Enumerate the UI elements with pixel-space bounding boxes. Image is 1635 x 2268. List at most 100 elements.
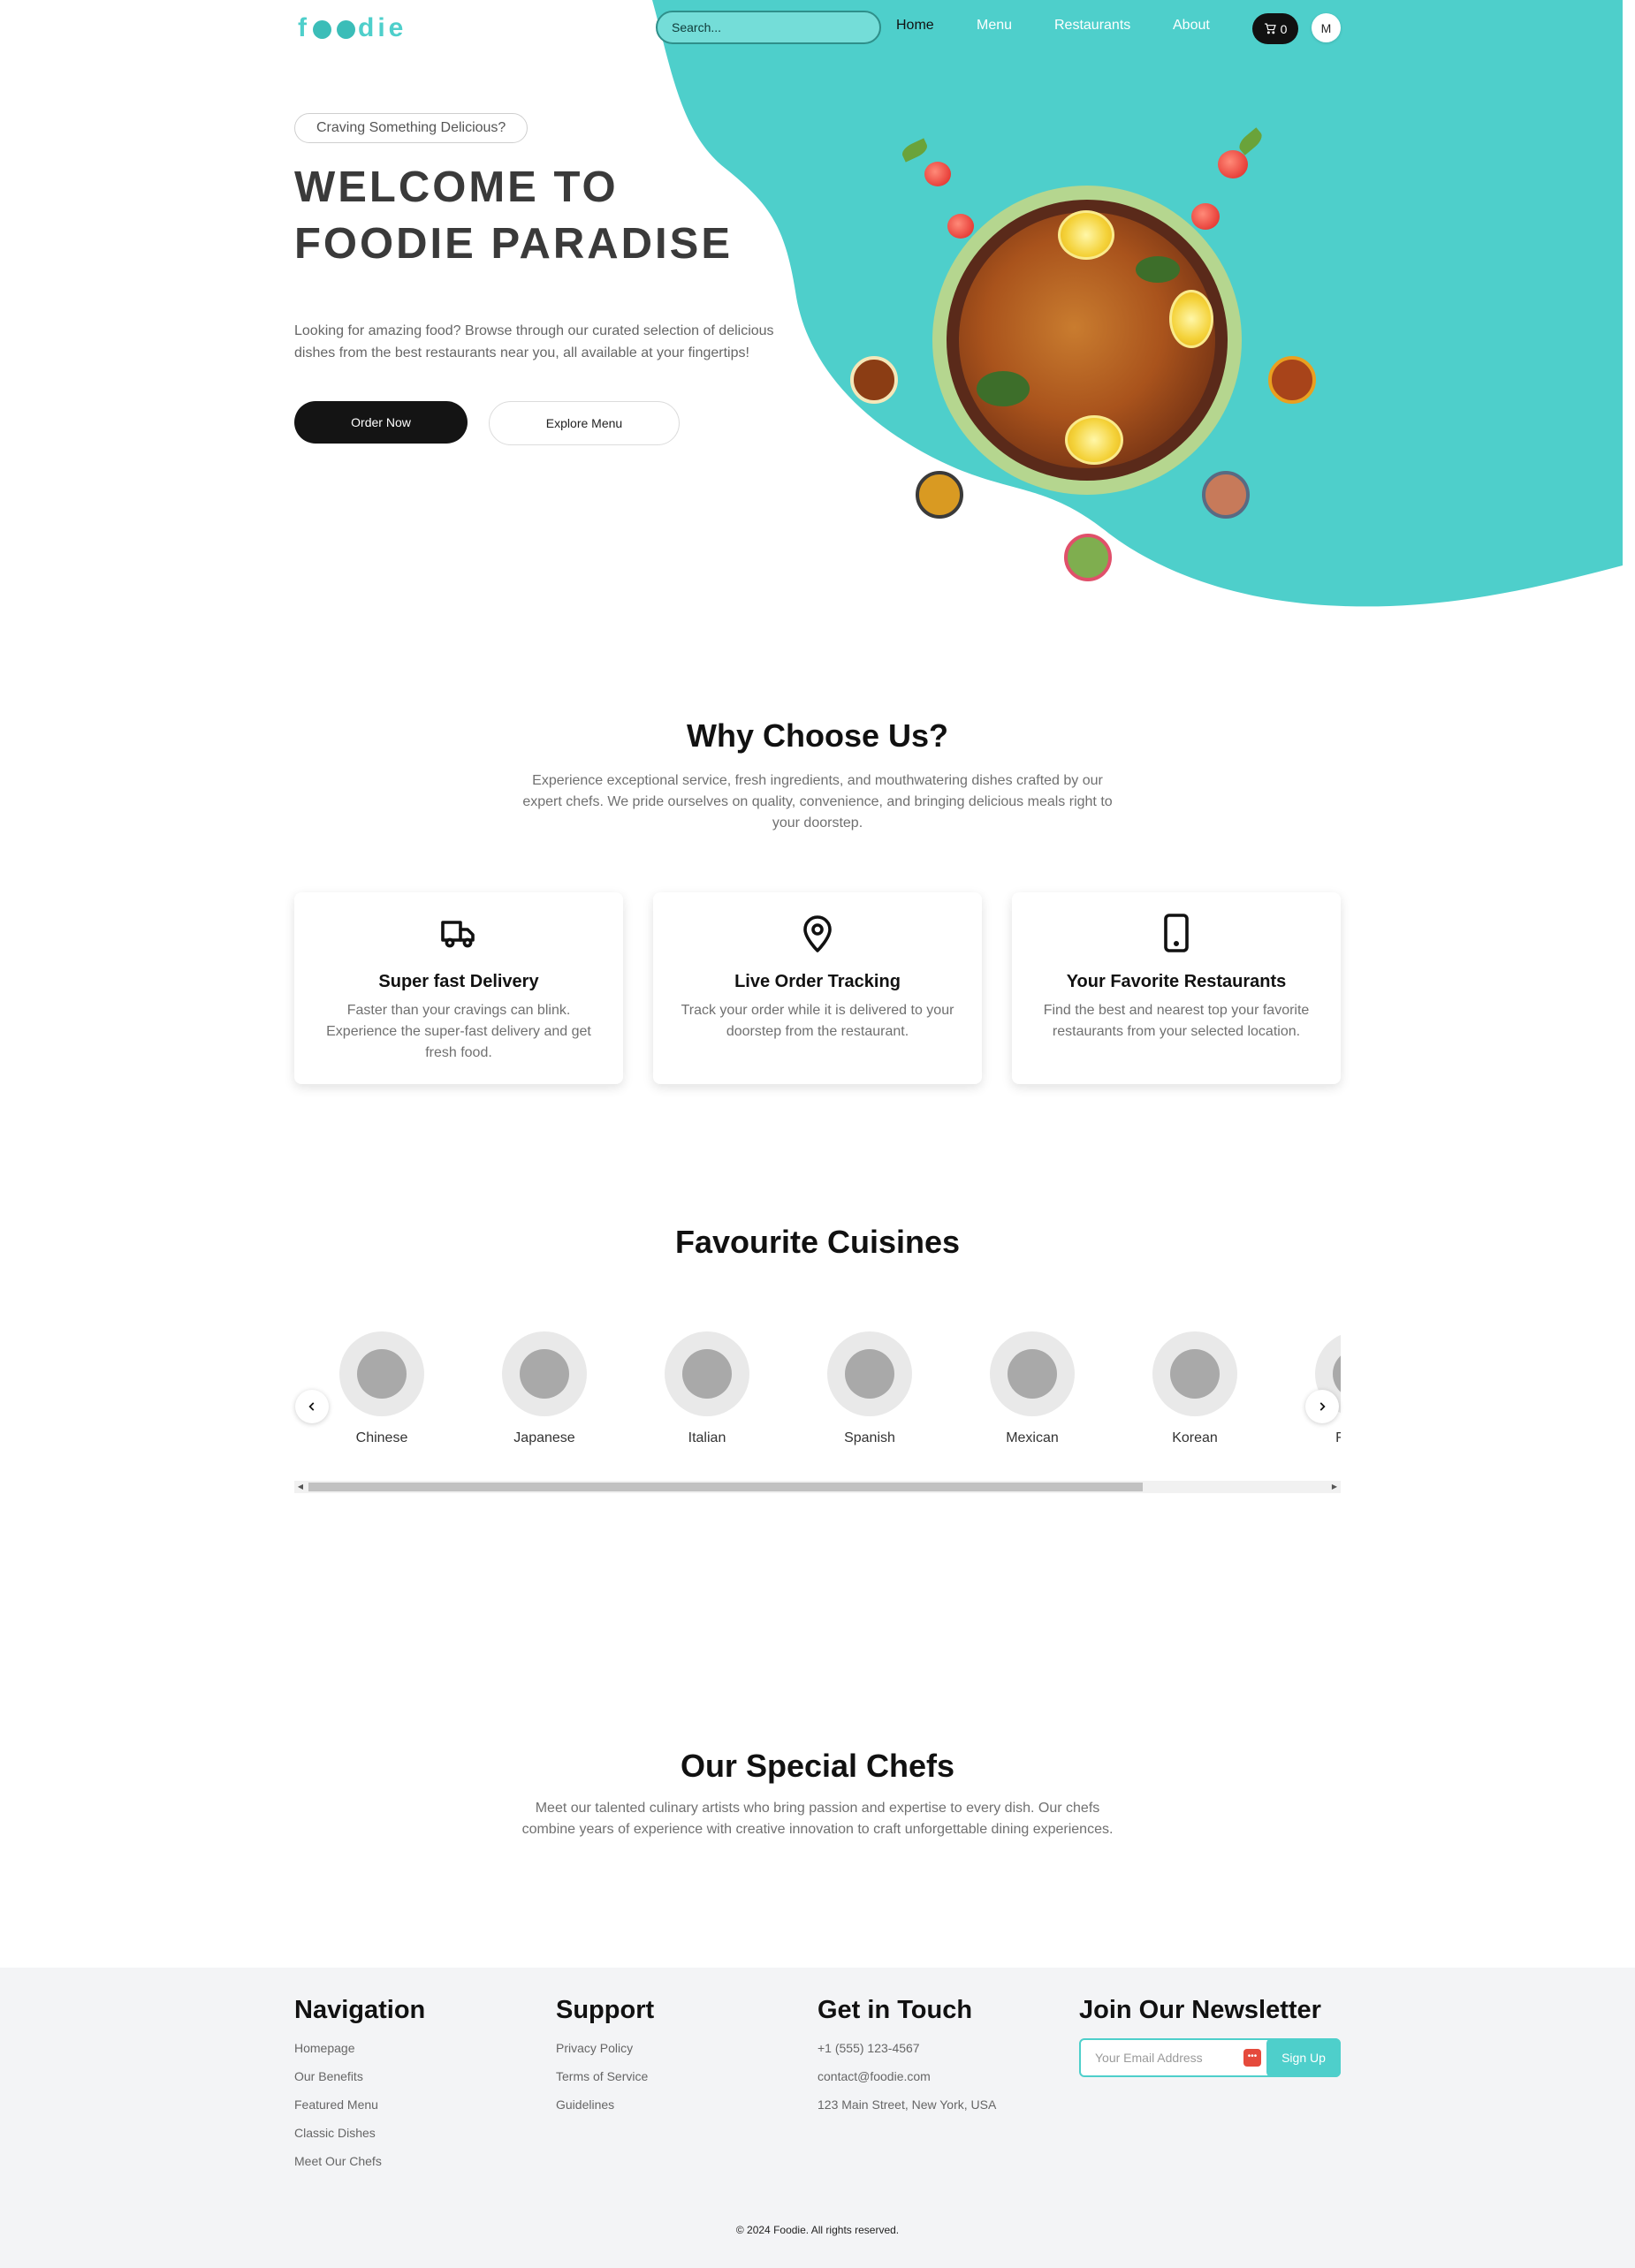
sign-up-button[interactable]: Sign Up: [1266, 2038, 1341, 2077]
dish-chip[interactable]: [850, 356, 898, 404]
footer-link[interactable]: Terms of Service: [556, 2069, 654, 2097]
hero-title: WELCOME TO FOODIE PARADISE: [294, 159, 733, 272]
explore-menu-button[interactable]: Explore Menu: [489, 401, 680, 445]
cuisine-image: [1152, 1331, 1237, 1416]
chefs-title: Our Special Chefs: [680, 1748, 955, 1784]
tomato: [947, 214, 974, 239]
cuisine-label: Korean: [1172, 1430, 1218, 1445]
cuisine-carousel[interactable]: Chinese Japanese Italian Spanish Mexican…: [294, 1321, 1341, 1462]
footer-link[interactable]: Featured Menu: [294, 2097, 425, 2126]
footer-contact: Get in Touch +1 (555) 123-4567 contact@f…: [818, 1996, 996, 2126]
footer-heading: Join Our Newsletter: [1079, 1996, 1321, 2024]
hero-tagline: Craving Something Delicious?: [294, 113, 529, 143]
cuisine-item[interactable]: Mexican: [970, 1331, 1094, 1446]
chefs-description: Meet our talented culinary artists who b…: [521, 1801, 1114, 1837]
feature-card-title: Your Favorite Restaurants: [1066, 972, 1287, 991]
user-avatar[interactable]: M: [1312, 13, 1341, 42]
hero-section: Craving Something Delicious? WELCOME TO …: [0, 0, 1635, 618]
contact-address: 123 Main Street, New York, USA: [818, 2097, 997, 2112]
order-now-button[interactable]: Order Now: [294, 401, 468, 444]
footer-navigation: Navigation Homepage Our Benefits Feature…: [294, 1996, 425, 2182]
lemon-slice: [1169, 290, 1213, 348]
carousel-next-button[interactable]: [1305, 1390, 1339, 1423]
dish-chip[interactable]: [1202, 471, 1250, 519]
cuisine-label: French: [1335, 1430, 1341, 1445]
dish-chip[interactable]: [916, 471, 963, 519]
cuisine-item[interactable]: Spanish: [808, 1331, 932, 1446]
feature-card-text: Track your order while it is delivered t…: [681, 1003, 954, 1039]
cuisines-title: Favourite Cuisines: [674, 1224, 961, 1260]
footer-heading: Support: [556, 1996, 655, 2024]
cart-button[interactable]: 0: [1252, 13, 1298, 44]
contact-phone[interactable]: +1 (555) 123-4567: [818, 2041, 996, 2069]
hero-description: Looking for amazing food? Browse through…: [294, 323, 774, 360]
feature-card-restaurants: Your Favorite Restaurants Find the best …: [1012, 892, 1341, 1084]
lemon-slice: [1058, 210, 1114, 260]
footer-heading: Get in Touch: [818, 1996, 973, 2024]
footer-link[interactable]: Guidelines: [556, 2097, 654, 2126]
dish-chip[interactable]: [1064, 534, 1112, 581]
cuisine-item[interactable]: Italian: [645, 1331, 769, 1446]
footer-support: Support Privacy Policy Terms of Service …: [556, 1996, 654, 2126]
logo-o-icon: [337, 19, 355, 39]
scroll-right-icon[interactable]: ▶: [1328, 1481, 1341, 1493]
feature-card-text: Find the best and nearest top your favor…: [1043, 1003, 1310, 1039]
smartphone-icon: [1164, 914, 1189, 952]
feature-card-delivery: Super fast Delivery Faster than your cra…: [294, 892, 623, 1084]
hero-title-line2: FOODIE PARADISE: [294, 220, 734, 268]
lemon-slice: [1065, 415, 1123, 465]
cuisine-item[interactable]: Japanese: [483, 1331, 606, 1446]
scrollbar-thumb[interactable]: [308, 1483, 1143, 1491]
chevron-right-icon: [1319, 1402, 1326, 1411]
cuisine-label: Japanese: [513, 1430, 575, 1445]
logo-letter-f: f: [298, 13, 310, 42]
tomato: [1218, 150, 1248, 178]
nav-home[interactable]: Home: [896, 18, 934, 34]
herb-garnish: [1136, 256, 1180, 283]
cuisine-item[interactable]: Chinese: [320, 1331, 444, 1446]
herb-garnish: [977, 371, 1030, 406]
cuisine-label: Italian: [688, 1430, 726, 1445]
cart-icon: [1264, 23, 1276, 34]
search-input[interactable]: Search...: [656, 11, 881, 44]
footer-link[interactable]: Privacy Policy: [556, 2041, 654, 2069]
newsletter-email-input[interactable]: Your Email Address: [1095, 2051, 1203, 2065]
truck-icon: [441, 921, 475, 948]
cart-count: 0: [1280, 21, 1288, 36]
tomato: [924, 162, 951, 186]
feature-card-text: Faster than your cravings can blink. Exp…: [326, 1003, 591, 1060]
contact-email[interactable]: contact@foodie.com: [818, 2069, 996, 2097]
nav-restaurants[interactable]: Restaurants: [1054, 18, 1130, 34]
cuisine-image: [502, 1331, 587, 1416]
dish-chip[interactable]: [1268, 356, 1316, 404]
nav-about[interactable]: About: [1173, 18, 1210, 34]
footer-newsletter: Join Our Newsletter: [1079, 1996, 1321, 2041]
map-pin-icon: [803, 915, 832, 952]
scroll-left-icon[interactable]: ◀: [294, 1481, 307, 1493]
why-choose-us-title: Why Choose Us?: [686, 717, 948, 754]
footer-link[interactable]: Meet Our Chefs: [294, 2154, 425, 2182]
footer-heading: Navigation: [294, 1996, 426, 2024]
cuisine-item[interactable]: French: [1296, 1331, 1341, 1446]
cuisine-label: Mexican: [1006, 1430, 1059, 1445]
basil-leaf: [1236, 127, 1266, 155]
newsletter-form: Your Email Address ••• Sign Up: [1079, 2038, 1341, 2077]
footer-link[interactable]: Our Benefits: [294, 2069, 425, 2097]
hero-title-line1: WELCOME TO: [294, 163, 619, 211]
logo-letters-die: die: [358, 13, 407, 42]
carousel-prev-button[interactable]: [295, 1390, 329, 1423]
carousel-scrollbar[interactable]: ◀ ▶: [294, 1481, 1341, 1493]
logo[interactable]: f die: [298, 13, 407, 43]
cuisine-image: [827, 1331, 912, 1416]
cuisine-item[interactable]: Korean: [1133, 1331, 1257, 1446]
nav-menu[interactable]: Menu: [977, 18, 1012, 34]
basil-leaf: [900, 138, 930, 163]
footer-link[interactable]: Homepage: [294, 2041, 425, 2069]
footer-link[interactable]: Classic Dishes: [294, 2126, 425, 2154]
site-footer: Navigation Homepage Our Benefits Feature…: [0, 1968, 1635, 2268]
tomato: [1191, 203, 1220, 230]
password-manager-icon[interactable]: •••: [1243, 2049, 1261, 2067]
feature-card-title: Super fast Delivery: [378, 972, 539, 991]
why-choose-us-description: Experience exceptional service, fresh in…: [522, 773, 1113, 831]
cuisine-image: [990, 1331, 1075, 1416]
